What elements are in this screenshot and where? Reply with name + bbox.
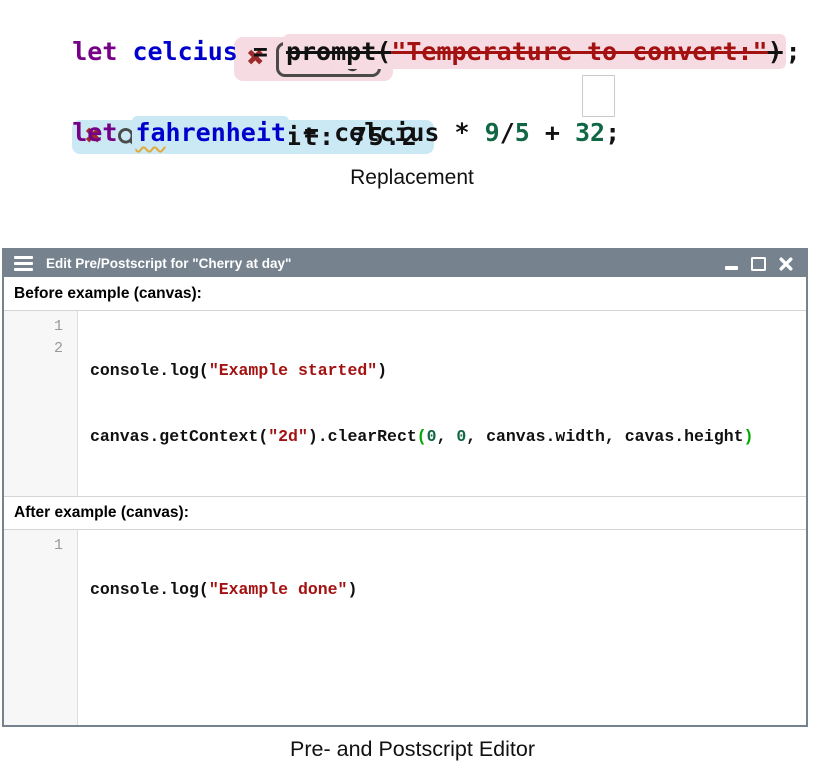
after-code-area[interactable]: console.log("Example done")	[78, 530, 806, 725]
maximize-button[interactable]	[751, 257, 766, 271]
after-editor: 1 console.log("Example done")	[4, 530, 806, 725]
window-titlebar: Edit Pre/Postscript for "Cherry at day"	[4, 250, 806, 277]
code-tokens-pre: let celcius =	[72, 37, 283, 66]
window-controls	[725, 257, 796, 271]
line-number-gutter: 1 2	[4, 311, 78, 496]
close-button[interactable]	[779, 257, 793, 271]
removed-code-highlight[interactable]: prompt("Temperature to convert:")	[283, 34, 786, 69]
definition-highlight[interactable]: fahrenheit	[132, 116, 289, 150]
snippet-caption: Replacement	[12, 166, 812, 190]
code-tokens-removed: prompt("Temperature to convert:")	[286, 37, 783, 66]
before-section-label: Before example (canvas):	[4, 277, 806, 311]
code-tokens-post: ;	[786, 37, 801, 66]
after-section-label: After example (canvas):	[4, 496, 806, 530]
code-tokens-highlighted: fahrenheit	[135, 118, 286, 147]
code-line: console.log("Example started")	[90, 360, 806, 382]
window-title: Edit Pre/Postscript for "Cherry at day"	[46, 256, 291, 271]
code-line: console.log("Example done")	[90, 579, 806, 601]
code-tokens-pre: let	[72, 118, 132, 147]
code-snippet: let celcius = prompt("Temperature to con…	[12, 2, 812, 190]
window-caption: Pre- and Postscript Editor	[0, 737, 825, 762]
code-line-celcius[interactable]: let celcius = prompt("Temperature to con…	[12, 2, 812, 35]
code-tokens-post: = celcius * 9/5 + 32;	[289, 118, 620, 147]
line-number-gutter: 1	[4, 530, 78, 725]
minimize-button[interactable]	[725, 257, 738, 271]
empty-widget-box[interactable]	[582, 75, 615, 117]
before-code-area[interactable]: console.log("Example started") canvas.ge…	[78, 311, 806, 496]
line-number: 2	[4, 338, 63, 360]
line-number: 1	[4, 535, 63, 557]
editor-window: Edit Pre/Postscript for "Cherry at day" …	[2, 248, 808, 727]
code-line: canvas.getContext("2d").clearRect(0, 0, …	[90, 426, 806, 448]
line-number: 1	[4, 316, 63, 338]
x-mark-icon	[779, 257, 793, 271]
code-line-fahrenheit[interactable]: let fahrenheit = celcius * 9/5 + 32;	[12, 83, 812, 116]
before-editor: 1 2 console.log("Example started") canva…	[4, 311, 806, 496]
hamburger-icon[interactable]	[14, 256, 33, 271]
